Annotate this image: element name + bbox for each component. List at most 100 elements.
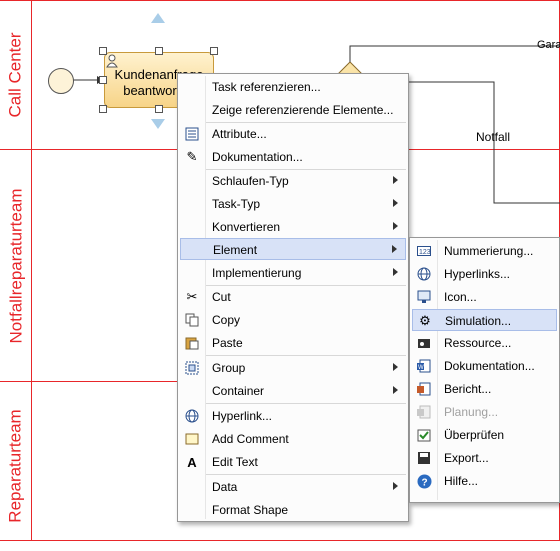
element-submenu: 123 Nummerierung... Hyperlinks... Icon..… bbox=[409, 237, 560, 503]
menu-item-label: Task referenzieren... bbox=[212, 80, 321, 94]
menu-item-task-typ[interactable]: Task-Typ bbox=[180, 193, 406, 215]
user-task-icon bbox=[106, 54, 118, 68]
planning-icon bbox=[416, 404, 432, 420]
connect-arrow-up-icon[interactable] bbox=[151, 13, 165, 23]
svg-text:W: W bbox=[418, 365, 424, 371]
menu-item-edit-text[interactable]: A Edit Text bbox=[180, 451, 406, 473]
icon-picker-icon bbox=[416, 289, 432, 305]
submenu-item-hilfe[interactable]: ? Hilfe... bbox=[412, 470, 557, 492]
selection-handle[interactable] bbox=[155, 105, 163, 113]
submenu-item-label: Simulation... bbox=[445, 314, 512, 328]
selection-handle[interactable] bbox=[99, 47, 107, 55]
context-menu: Task referenzieren... Zeige referenziere… bbox=[177, 73, 409, 522]
check-icon bbox=[416, 427, 432, 443]
menu-item-container[interactable]: Container bbox=[180, 380, 406, 402]
menu-item-label: Element bbox=[213, 243, 258, 257]
menu-item-label: Cut bbox=[212, 290, 231, 304]
menu-item-label: Konvertieren bbox=[212, 220, 281, 234]
connect-arrow-down-icon[interactable] bbox=[151, 119, 165, 129]
menu-item-dokumentation[interactable]: ✎ Dokumentation... bbox=[180, 146, 406, 168]
submenu-item-ueberpruefen[interactable]: Überprüfen bbox=[412, 424, 557, 446]
menu-item-group[interactable]: Group bbox=[180, 357, 406, 379]
paste-icon bbox=[184, 335, 200, 351]
menu-item-label: Add Comment bbox=[212, 432, 289, 446]
menu-item-cut[interactable]: ✂ Cut bbox=[180, 286, 406, 308]
menu-item-label: Implementierung bbox=[212, 266, 302, 280]
submenu-arrow-icon bbox=[393, 199, 398, 207]
menu-item-label: Paste bbox=[212, 336, 243, 350]
selection-handle[interactable] bbox=[99, 105, 107, 113]
submenu-item-label: Dokumentation... bbox=[444, 359, 535, 373]
svg-text:?: ? bbox=[421, 477, 427, 488]
group-icon bbox=[184, 360, 200, 376]
resource-icon bbox=[416, 335, 432, 351]
numbering-icon: 123 bbox=[416, 243, 432, 259]
text-icon: A bbox=[187, 454, 197, 470]
submenu-arrow-icon bbox=[393, 363, 398, 371]
pencil-icon: ✎ bbox=[186, 149, 198, 164]
menu-item-add-comment[interactable]: Add Comment bbox=[180, 428, 406, 450]
menu-item-konvertieren[interactable]: Konvertieren bbox=[180, 216, 406, 238]
menu-item-task-referenzieren[interactable]: Task referenzieren... bbox=[180, 76, 406, 98]
menu-separator bbox=[206, 403, 406, 404]
menu-item-copy[interactable]: Copy bbox=[180, 309, 406, 331]
submenu-item-hyperlinks[interactable]: Hyperlinks... bbox=[412, 263, 557, 285]
start-event[interactable] bbox=[48, 68, 74, 94]
export-icon bbox=[416, 450, 432, 466]
flow-to-garantie bbox=[349, 45, 560, 62]
submenu-item-bericht[interactable]: Bericht... bbox=[412, 378, 557, 400]
simulation-gear-icon: ⚙ bbox=[419, 313, 431, 328]
submenu-item-label: Planung... bbox=[444, 405, 499, 419]
comment-icon bbox=[184, 431, 200, 447]
menu-item-label: Attribute... bbox=[212, 127, 267, 141]
menu-item-label: Zeige referenzierende Elemente... bbox=[212, 103, 394, 117]
scissors-icon: ✂ bbox=[186, 289, 198, 304]
menu-item-label: Edit Text bbox=[212, 455, 258, 469]
attributes-icon bbox=[184, 126, 200, 142]
submenu-item-label: Hilfe... bbox=[444, 474, 479, 488]
submenu-item-simulation[interactable]: ⚙ Simulation... bbox=[412, 309, 557, 331]
menu-item-paste[interactable]: Paste bbox=[180, 332, 406, 354]
submenu-arrow-icon bbox=[393, 176, 398, 184]
submenu-arrow-icon bbox=[393, 222, 398, 230]
menu-item-implementierung[interactable]: Implementierung bbox=[180, 262, 406, 284]
menu-item-label: Group bbox=[212, 361, 246, 375]
menu-item-label: Data bbox=[212, 480, 238, 494]
menu-item-hyperlink[interactable]: Hyperlink... bbox=[180, 405, 406, 427]
submenu-item-label: Bericht... bbox=[444, 382, 492, 396]
submenu-item-icon[interactable]: Icon... bbox=[412, 286, 557, 308]
hyperlinks-icon bbox=[416, 266, 432, 282]
menu-item-label: Hyperlink... bbox=[212, 409, 273, 423]
menu-item-element[interactable]: Element bbox=[180, 238, 406, 260]
menu-item-format-shape[interactable]: Format Shape bbox=[180, 499, 406, 521]
menu-item-label: Copy bbox=[212, 313, 241, 327]
menu-item-label: Schlaufen-Typ bbox=[212, 174, 289, 188]
submenu-arrow-icon bbox=[392, 245, 397, 253]
menu-separator bbox=[206, 474, 406, 475]
submenu-item-label: Icon... bbox=[444, 290, 477, 304]
menu-item-label: Dokumentation... bbox=[212, 150, 303, 164]
hyperlink-icon bbox=[184, 408, 200, 424]
menu-item-attribute[interactable]: Attribute... bbox=[180, 123, 406, 145]
menu-item-label: Task-Typ bbox=[212, 197, 261, 211]
menu-item-schlaufen-typ[interactable]: Schlaufen-Typ bbox=[180, 170, 406, 192]
submenu-item-nummerierung[interactable]: 123 Nummerierung... bbox=[412, 240, 557, 262]
menu-item-data[interactable]: Data bbox=[180, 476, 406, 498]
selection-handle[interactable] bbox=[99, 76, 107, 84]
menu-item-zeige-referenzierende-elemente[interactable]: Zeige referenzierende Elemente... bbox=[180, 99, 406, 121]
submenu-arrow-icon bbox=[393, 268, 398, 276]
word-document-icon: W bbox=[416, 358, 432, 374]
menu-separator bbox=[206, 355, 406, 356]
selection-handle[interactable] bbox=[210, 47, 218, 55]
report-icon bbox=[416, 381, 432, 397]
submenu-item-dokumentation[interactable]: W Dokumentation... bbox=[412, 355, 557, 377]
submenu-item-label: Hyperlinks... bbox=[444, 267, 511, 281]
selection-handle[interactable] bbox=[155, 47, 163, 55]
menu-item-label: Container bbox=[212, 384, 265, 398]
submenu-item-label: Überprüfen bbox=[444, 428, 505, 442]
menu-item-label: Format Shape bbox=[212, 503, 289, 517]
submenu-item-export[interactable]: Export... bbox=[412, 447, 557, 469]
help-icon: ? bbox=[416, 473, 432, 489]
submenu-item-ressource[interactable]: Ressource... bbox=[412, 332, 557, 354]
submenu-item-planung[interactable]: Planung... bbox=[412, 401, 557, 423]
